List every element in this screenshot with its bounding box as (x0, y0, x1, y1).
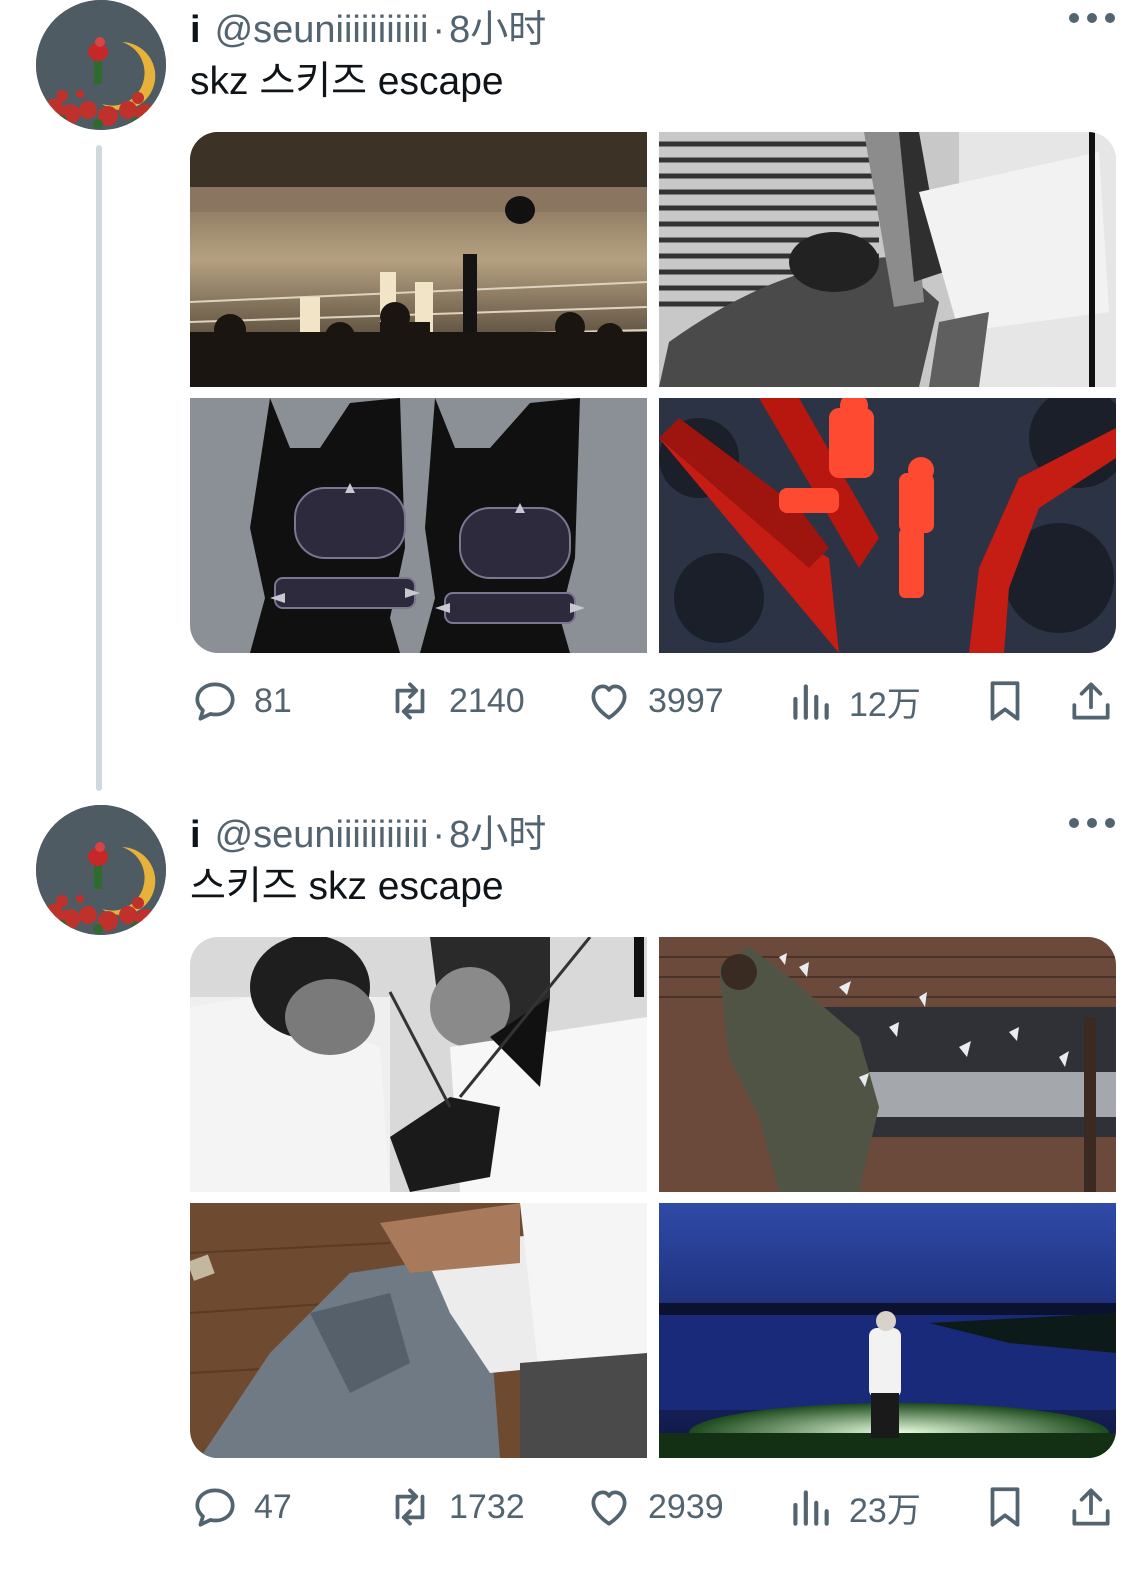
reply-button[interactable]: 47 (190, 1482, 292, 1532)
bookmark-icon (990, 1487, 1020, 1527)
retweet-count: 2140 (449, 681, 525, 720)
avatar[interactable] (36, 0, 166, 130)
bar-chart-icon (793, 684, 829, 720)
timestamp[interactable]: 8小时 (449, 803, 546, 858)
views-button[interactable]: 23万 (785, 1482, 921, 1532)
photo-figure-at-night-lake[interactable] (659, 1203, 1116, 1458)
like-count: 3997 (648, 681, 724, 720)
user-handle[interactable]: @seuniiiiiiiiiii (215, 814, 429, 857)
bookmark-button[interactable] (980, 676, 1044, 726)
retweet-button[interactable]: 1732 (385, 1482, 525, 1532)
timestamp[interactable]: 8小时 (449, 0, 546, 53)
avatar-moon-rose-image (36, 805, 166, 935)
bookmark-button[interactable] (980, 1482, 1044, 1532)
views-button[interactable]: 12万 (785, 676, 921, 726)
user-handle[interactable]: @seuniiiiiiiiiii (215, 9, 429, 52)
share-upload-icon (1072, 682, 1110, 720)
share-button[interactable] (1066, 676, 1130, 726)
photo-denim-jacket-floor[interactable] (190, 1203, 647, 1458)
tweet-text: skz 스키즈 escape (190, 60, 504, 103)
more-dots-icon[interactable] (1069, 8, 1115, 28)
retweet-arrows-icon (395, 682, 425, 720)
display-name[interactable]: i (190, 9, 201, 52)
heart-icon (591, 1490, 627, 1526)
photo-boxing-ring-crowd[interactable] (190, 132, 647, 387)
bookmark-icon (990, 681, 1020, 721)
retweet-count: 1732 (449, 1487, 525, 1526)
separator: · (432, 814, 446, 856)
like-count: 2939 (648, 1487, 724, 1526)
photo-grid (190, 937, 1116, 1458)
photo-grid (190, 132, 1116, 653)
photo-man-breaking-glass[interactable] (659, 937, 1116, 1192)
tweet-1[interactable]: i @seuniiiiiiiiiii · 8小时 skz 스키즈 escape (0, 0, 1145, 791)
comment-bubble-icon (195, 1488, 235, 1527)
tweet-header: i @seuniiiiiiiiiii · 8小时 (190, 803, 546, 856)
photo-fencing-duel-bw[interactable] (190, 937, 647, 1192)
separator: · (432, 9, 446, 51)
photo-boys-in-red-tree[interactable] (659, 398, 1116, 653)
heart-icon (591, 684, 627, 720)
avatar[interactable] (36, 805, 166, 935)
display-name[interactable]: i (190, 814, 201, 857)
reply-count: 81 (254, 681, 292, 720)
views-count: 12万 (849, 685, 921, 724)
bar-chart-icon (793, 1490, 829, 1526)
photo-dobermans-spiked-muzzles[interactable] (190, 398, 647, 653)
views-count: 23万 (849, 1491, 921, 1530)
tweet-2[interactable]: i @seuniiiiiiiiiii · 8小时 스키즈 skz escape (0, 805, 1145, 1592)
comment-bubble-icon (195, 682, 235, 721)
avatar-moon-rose-image (36, 0, 166, 130)
reply-count: 47 (254, 1487, 292, 1526)
retweet-arrows-icon (395, 1488, 425, 1526)
thread-line (96, 145, 102, 791)
tweet-actions: 47 1732 2939 23万 (190, 1482, 1116, 1532)
reply-button[interactable]: 81 (190, 676, 292, 726)
photo-man-arm-grab-bw[interactable] (659, 132, 1116, 387)
like-button[interactable]: 3997 (584, 676, 724, 726)
tweet-header: i @seuniiiiiiiiiii · 8小时 (190, 0, 546, 51)
more-dots-icon[interactable] (1069, 813, 1115, 833)
share-upload-icon (1072, 1488, 1110, 1526)
share-button[interactable] (1066, 1482, 1130, 1532)
retweet-button[interactable]: 2140 (385, 676, 525, 726)
like-button[interactable]: 2939 (584, 1482, 724, 1532)
tweet-actions: 81 2140 3997 12万 (190, 676, 1116, 726)
tweet-text: 스키즈 skz escape (190, 865, 504, 908)
